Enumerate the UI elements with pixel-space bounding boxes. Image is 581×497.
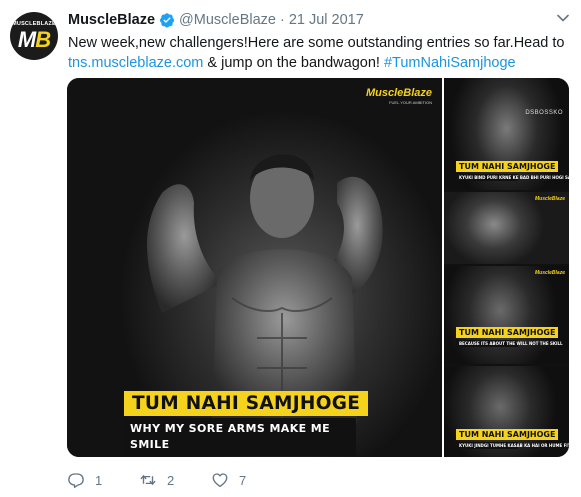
tweet-text-mid: & jump on the bandwagon! [203,55,384,71]
display-name[interactable]: MuscleBlaze [68,12,155,28]
thumbnail-photo[interactable]: MuscleBlaze TUM NAHI SAMJHOGE BECAUSE IT… [444,266,569,364]
photographer-watermark: DSBOSSKO [525,110,563,116]
thumbnail-caption: TUM NAHI SAMJHOGE KYUKI JINDGI TUMHE KAS… [456,424,569,449]
like-count: 7 [239,472,247,488]
reply-count: 1 [95,472,103,488]
separator: · [279,12,285,28]
chevron-down-icon[interactable] [557,14,569,22]
thumbnail-caption-title: TUM NAHI SAMJHOGE [456,327,559,338]
main-caption: TUM NAHI SAMJHOGE WHY MY SORE ARMS MAKE … [124,391,369,456]
main-caption-title: TUM NAHI SAMJHOGE [124,391,369,416]
avatar[interactable]: MUSCLEBLAZE MB [10,12,58,60]
hashtag-link[interactable]: #TumNahiSamjhoge [384,55,516,71]
athlete-silhouette [147,154,383,423]
action-bar: 1 2 7 [67,470,283,490]
tweet-text-line: New week,new challengers!Here are some o… [68,35,565,51]
thumbnail-photo[interactable]: DSBOSSKO TUM NAHI SAMJHOGE KYUKI BIND PU… [444,78,569,190]
thumbnail-column: DSBOSSKO TUM NAHI SAMJHOGE KYUKI BIND PU… [444,78,569,457]
thumbnail-caption-subtitle: KYUKI JINDGI TUMHE KASAB KA HAI OR HUME … [456,442,569,449]
website-link[interactable]: tns.muscleblaze.com [68,55,203,71]
thumbnail-caption: TUM NAHI SAMJHOGE KYUKI BIND PURI KRNE K… [456,156,569,181]
thumbnail-caption: TUM NAHI SAMJHOGE BECAUSE ITS ABOUT THE … [456,322,563,347]
tweet[interactable]: MUSCLEBLAZE MB MuscleBlaze @MuscleBlaze … [0,0,581,497]
tweet-text: New week,new challengers!Here are some o… [68,33,568,73]
reply-button[interactable]: 1 [67,471,139,489]
handle[interactable]: @MuscleBlaze [179,12,276,28]
thumbnail-brand-logo: MuscleBlaze [534,196,565,202]
media-grid: MuscleBlaze FUEL YOUR AMBITION TUM NAHI … [67,78,569,457]
verified-badge-icon [160,13,175,28]
thumbnail-photo[interactable]: MuscleBlaze [444,192,569,264]
thumbnail-caption-title: TUM NAHI SAMJHOGE [456,429,559,440]
retweet-count: 2 [167,472,175,488]
heart-icon [212,473,228,488]
brand-logo: MuscleBlaze [365,87,432,99]
avatar-monogram: MB [17,27,51,52]
like-button[interactable]: 7 [211,471,283,489]
main-caption-subtitle: WHY MY SORE ARMS MAKE ME SMILE [124,418,356,456]
thumbnail-caption-subtitle: BECAUSE ITS ABOUT THE WILL NOT THE SKILL [456,340,563,347]
tweet-date[interactable]: 21 Jul 2017 [289,12,364,28]
thumbnail-caption-subtitle: KYUKI BIND PURI KRNE KE BAD BHI PURI HOG… [456,174,569,181]
retweet-button[interactable]: 2 [139,471,211,489]
tweet-header: MuscleBlaze @MuscleBlaze · 21 Jul 2017 [68,10,364,30]
brand-logo-tagline: FUEL YOUR AMBITION [389,100,432,105]
thumbnail-photo[interactable]: TUM NAHI SAMJHOGE KYUKI JINDGI TUMHE KAS… [444,366,569,457]
thumbnail-brand-logo: MuscleBlaze [534,270,565,276]
reply-icon [68,473,84,488]
thumbnail-caption-title: TUM NAHI SAMJHOGE [456,161,559,172]
retweet-icon [140,474,156,486]
tweet-text-line: tns.muscleblaze.com & jump on the bandwa… [68,53,568,73]
main-photo[interactable]: MuscleBlaze FUEL YOUR AMBITION TUM NAHI … [67,78,444,457]
